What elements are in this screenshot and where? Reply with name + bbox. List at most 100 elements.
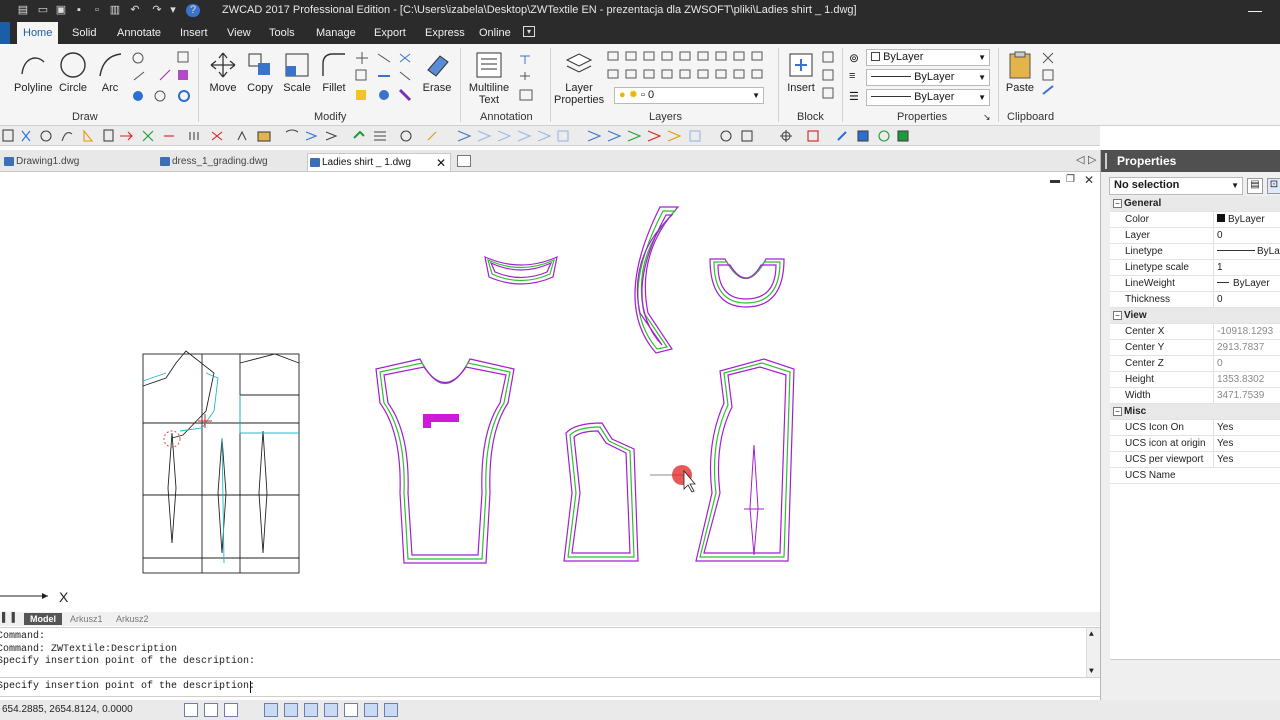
group-misc[interactable]: − Misc	[1110, 404, 1280, 420]
circle-button[interactable]: Circle	[56, 50, 90, 94]
clipboard-small-tools[interactable]	[1040, 50, 1056, 100]
scale-button[interactable]: Scale	[280, 50, 314, 94]
multiline-text-button[interactable]: Multiline Text	[466, 50, 512, 106]
app-menu-icon[interactable]: ▤	[16, 4, 30, 17]
match-properties-icon[interactable]: ⊚	[849, 51, 859, 65]
fillet-button[interactable]: Fillet	[318, 50, 350, 94]
prop-row[interactable]: UCS icon at origin Yes	[1110, 436, 1280, 452]
undo-icon[interactable]: ↶	[128, 4, 142, 17]
move-button[interactable]: Move	[206, 50, 240, 94]
toggle-pickadd-icon[interactable]: ▤	[1247, 178, 1263, 194]
prop-row[interactable]: Center X -10918.1293	[1110, 324, 1280, 340]
command-scrollbar[interactable]: ▲ ▼	[1086, 628, 1100, 678]
prop-row[interactable]: Height 1353.8302	[1110, 372, 1280, 388]
close-icon[interactable]: ✕	[436, 154, 446, 172]
prop-row[interactable]: Linetype ByLayer	[1110, 244, 1280, 260]
prop-row[interactable]: Center Z 0	[1110, 356, 1280, 372]
new-tab-icon[interactable]	[457, 155, 471, 167]
save-as-icon[interactable]: ▫	[90, 4, 104, 17]
tab-export[interactable]: Export	[368, 22, 412, 44]
doc-tab-dress-grading[interactable]: dress_1_grading.dwg	[158, 153, 300, 171]
prop-row[interactable]: UCS per viewport Yes	[1110, 452, 1280, 468]
polar-toggle-icon[interactable]	[264, 703, 278, 717]
tab-model[interactable]: Model	[24, 613, 62, 625]
tab-solid[interactable]: Solid	[66, 22, 102, 44]
group-view[interactable]: − View	[1110, 308, 1280, 324]
collapse-icon[interactable]: −	[1113, 407, 1122, 416]
prop-row[interactable]: LineWeight ByLayer	[1110, 276, 1280, 292]
snap-toggle-icon[interactable]	[184, 703, 198, 717]
draw-small-tools[interactable]	[130, 50, 194, 106]
otrack-toggle-icon[interactable]	[304, 703, 318, 717]
tab-view[interactable]: View	[221, 22, 257, 44]
lineweight-dropdown[interactable]: ByLayer ▼	[866, 89, 990, 106]
ortho-toggle-icon[interactable]	[224, 703, 238, 717]
tab-home[interactable]: Home	[17, 22, 59, 44]
print-icon[interactable]: ▥	[108, 4, 122, 17]
linetype-dropdown[interactable]: ByLayer ▼	[866, 69, 990, 86]
tab-annotate[interactable]: Annotate	[111, 22, 167, 44]
prop-row[interactable]: Color ByLayer	[1110, 212, 1280, 228]
app-button[interactable]	[0, 22, 10, 44]
prop-row[interactable]: Center Y 2913.7837	[1110, 340, 1280, 356]
ribbon-minimize-icon[interactable]: ▾	[523, 26, 535, 37]
prop-row[interactable]: Thickness 0	[1110, 292, 1280, 308]
layer-tool-icons[interactable]	[606, 50, 764, 86]
new-file-icon[interactable]: ▭	[36, 4, 50, 17]
layer-dropdown[interactable]: ● ✹ ▫ 0 ▼	[614, 87, 764, 104]
tab-tools[interactable]: Tools	[263, 22, 301, 44]
selection-dropdown[interactable]: No selection ▼	[1109, 177, 1243, 195]
copy-button[interactable]: Copy	[244, 50, 276, 94]
tab-scroll-right-icon[interactable]: ▷	[1088, 153, 1096, 166]
dynamic-ucs-toggle-icon[interactable]	[324, 703, 338, 717]
save-icon[interactable]: ▪	[72, 4, 86, 17]
prop-row[interactable]: Linetype scale 1	[1110, 260, 1280, 276]
tab-manage[interactable]: Manage	[310, 22, 362, 44]
doc-tab-drawing1[interactable]: Drawing1.dwg	[2, 153, 152, 171]
tab-insert[interactable]: Insert	[174, 22, 214, 44]
annotation-small-tools[interactable]	[516, 50, 546, 106]
color-dropdown[interactable]: ByLayer ▼	[866, 49, 990, 66]
paste-button[interactable]: Paste	[1004, 50, 1036, 94]
arc-button[interactable]: Arc	[95, 50, 125, 94]
collapse-icon[interactable]: −	[1113, 199, 1122, 208]
prop-row[interactable]: Width 3471.7539	[1110, 388, 1280, 404]
erase-button[interactable]: Erase	[420, 50, 454, 94]
select-objects-icon[interactable]: ⊡	[1267, 178, 1280, 194]
command-line-input[interactable]: Specify insertion point of the descripti…	[0, 677, 1100, 697]
redo-icon[interactable]: ↷	[150, 4, 164, 17]
scroll-down-icon[interactable]: ▼	[1089, 667, 1094, 676]
tab-online[interactable]: Online	[473, 22, 517, 44]
lock-icon: ▫	[641, 89, 645, 101]
doc-tab-ladies-shirt[interactable]: Ladies shirt _ 1.dwg ✕	[307, 153, 451, 171]
polyline-button[interactable]: Polyline	[14, 50, 53, 94]
scroll-up-icon[interactable]: ▲	[1089, 630, 1094, 639]
prop-row[interactable]: UCS Icon On Yes	[1110, 420, 1280, 436]
collapse-icon[interactable]: −	[1113, 311, 1122, 320]
quick-access-dropdown-icon[interactable]: ▾	[166, 4, 180, 17]
layer-properties-button[interactable]: Layer Properties	[554, 50, 604, 106]
tab-arkusz2[interactable]: Arkusz2	[110, 613, 155, 625]
modify-small-tools[interactable]	[352, 50, 418, 106]
open-file-icon[interactable]: ▣	[54, 4, 68, 17]
layout-nav-icon[interactable]: ▌▐	[2, 612, 15, 622]
grid-toggle-icon[interactable]	[204, 703, 218, 717]
prop-row[interactable]: Layer 0	[1110, 228, 1280, 244]
group-general[interactable]: − General	[1110, 196, 1280, 212]
insert-block-button[interactable]: Insert	[784, 50, 818, 94]
tab-arkusz1[interactable]: Arkusz1	[64, 613, 109, 625]
lineweight-toggle-icon[interactable]	[344, 703, 358, 717]
panel-launcher-icon[interactable]: ↘	[983, 112, 991, 123]
toolbar-icons[interactable]	[0, 126, 920, 146]
palette-grip[interactable]	[1105, 153, 1107, 169]
osnap-toggle-icon[interactable]	[284, 703, 298, 717]
prop-row[interactable]: UCS Name	[1110, 468, 1280, 484]
quick-properties-toggle-icon[interactable]	[384, 703, 398, 717]
minimize-button[interactable]: —	[1248, 2, 1262, 18]
tab-scroll-left-icon[interactable]: ◁	[1076, 153, 1084, 166]
help-icon[interactable]: ?	[186, 4, 200, 17]
tab-express[interactable]: Express	[419, 22, 471, 44]
dynamic-input-toggle-icon[interactable]	[364, 703, 378, 717]
block-small-tools[interactable]	[820, 50, 840, 106]
drawing-canvas[interactable]: ▬ ❐ ✕ X	[0, 173, 1100, 611]
